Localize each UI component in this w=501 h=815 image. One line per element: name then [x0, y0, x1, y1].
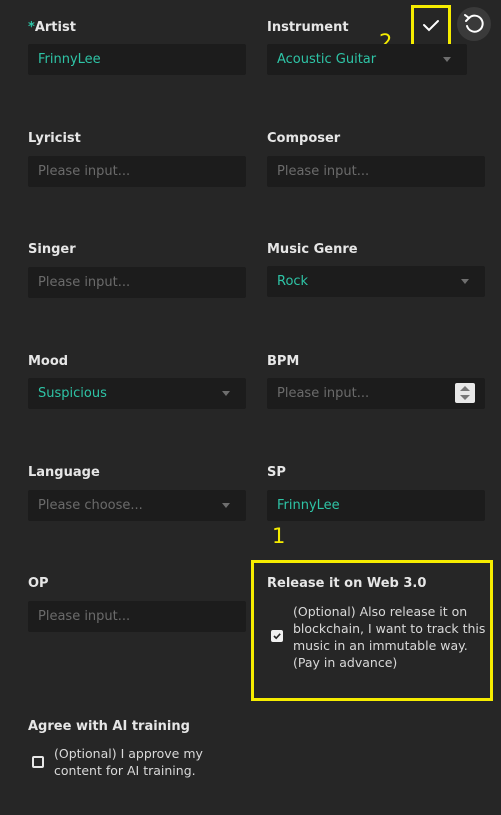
- required-mark: *: [28, 20, 35, 35]
- lyricist-input[interactable]: Please input...: [28, 156, 246, 187]
- stepper-up-icon[interactable]: [460, 386, 470, 391]
- chevron-down-icon: [222, 391, 230, 396]
- singer-label: Singer: [28, 242, 76, 257]
- op-placeholder: Please input...: [38, 609, 131, 624]
- annotation-1: 1: [272, 524, 286, 548]
- composer-input[interactable]: Please input...: [267, 156, 485, 187]
- sp-label: SP: [267, 465, 286, 480]
- sp-input[interactable]: FrinnyLee: [267, 490, 485, 521]
- lyricist-label: Lyricist: [28, 131, 81, 146]
- sp-value: FrinnyLee: [277, 498, 340, 513]
- ai-checkbox[interactable]: [32, 756, 44, 768]
- artist-value: FrinnyLee: [38, 52, 101, 67]
- mood-select[interactable]: Suspicious: [28, 378, 246, 409]
- lyricist-placeholder: Please input...: [38, 164, 131, 179]
- genre-select[interactable]: Rock: [267, 266, 485, 297]
- instrument-select[interactable]: Acoustic Guitar: [267, 44, 467, 75]
- stepper-down-icon[interactable]: [460, 395, 470, 400]
- composer-label: Composer: [267, 131, 341, 146]
- genre-value: Rock: [277, 274, 309, 289]
- singer-placeholder: Please input...: [38, 275, 131, 290]
- composer-placeholder: Please input...: [277, 164, 370, 179]
- bpm-stepper[interactable]: [455, 383, 475, 403]
- chevron-down-icon: [443, 57, 451, 62]
- chevron-down-icon: [222, 503, 230, 508]
- web3-label: Release it on Web 3.0: [267, 576, 427, 591]
- language-select[interactable]: Please choose...: [28, 490, 246, 521]
- ai-description: (Optional) I approve my content for AI t…: [54, 746, 203, 778]
- chevron-down-icon: [461, 279, 469, 284]
- web3-description: (Optional) Also release it on blockchain…: [293, 604, 486, 670]
- reset-icon: [464, 14, 484, 33]
- artist-label-text: Artist: [34, 20, 76, 35]
- reset-button[interactable]: [457, 7, 491, 41]
- web3-checkbox[interactable]: [271, 630, 283, 642]
- mood-label: Mood: [28, 354, 69, 369]
- artist-input[interactable]: FrinnyLee: [28, 44, 246, 75]
- bpm-placeholder: Please input...: [277, 386, 370, 401]
- mood-value: Suspicious: [38, 386, 107, 401]
- language-placeholder: Please choose...: [38, 498, 143, 513]
- genre-label: Music Genre: [267, 242, 358, 257]
- language-label: Language: [28, 465, 100, 480]
- instrument-value: Acoustic Guitar: [277, 52, 377, 67]
- bpm-label: BPM: [267, 354, 300, 369]
- instrument-label: Instrument: [267, 20, 349, 35]
- ai-label: Agree with AI training: [28, 719, 190, 734]
- checkmark-icon: [273, 633, 281, 640]
- op-input[interactable]: Please input...: [28, 601, 246, 632]
- artist-label: *Artist: [28, 20, 76, 36]
- op-label: OP: [28, 576, 49, 591]
- bpm-input[interactable]: Please input...: [267, 378, 485, 409]
- singer-input[interactable]: Please input...: [28, 267, 246, 298]
